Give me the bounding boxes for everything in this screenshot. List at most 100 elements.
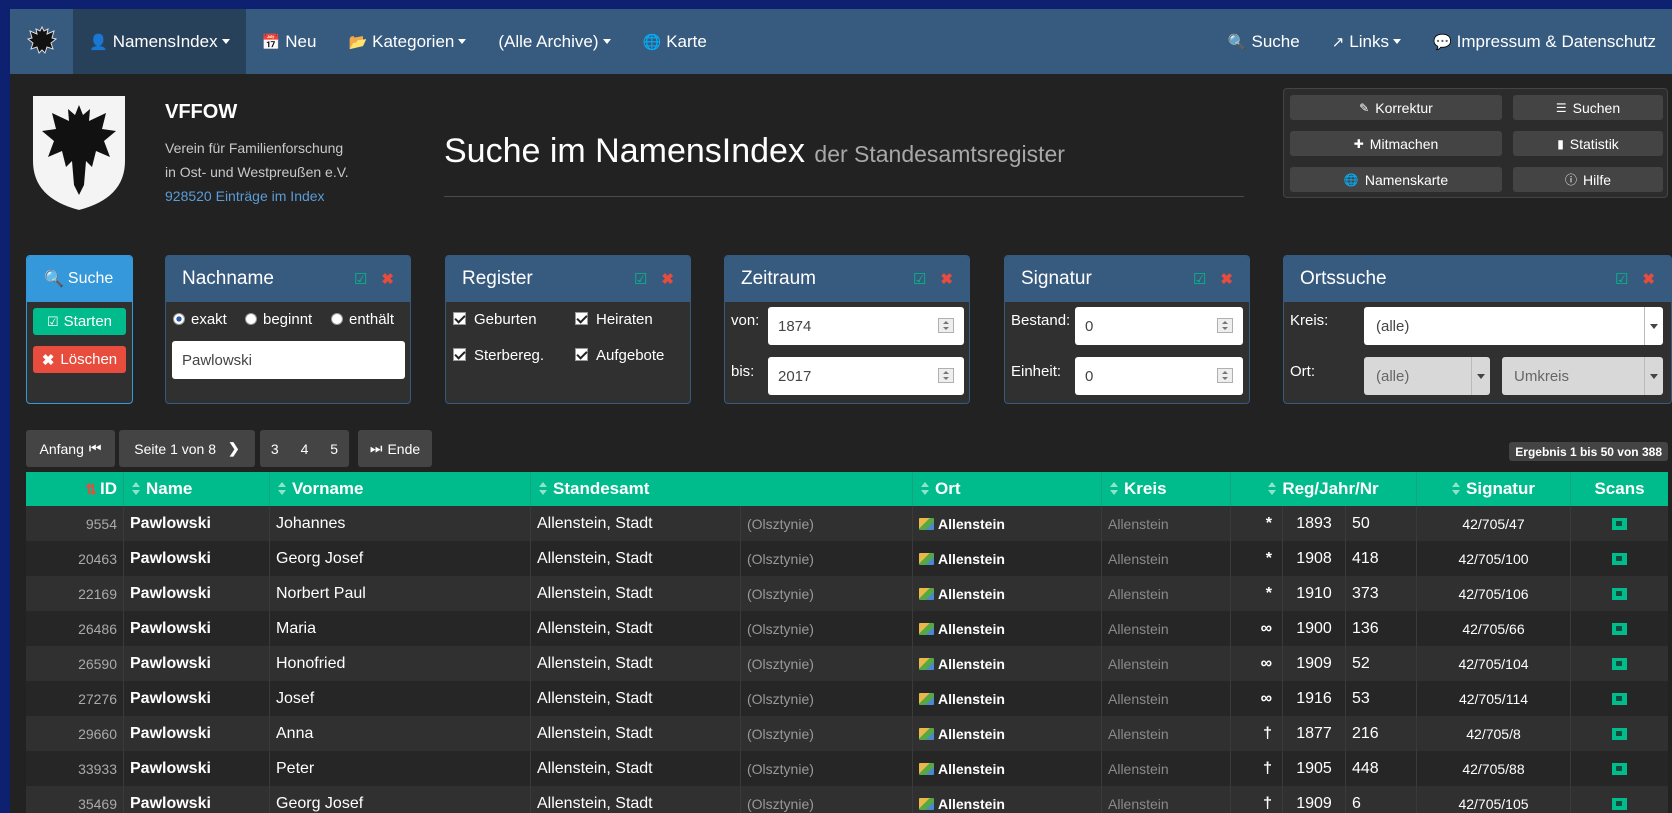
checkbox[interactable] [453,312,466,325]
th-standesamt[interactable]: Standesamt [531,472,913,506]
stepper-icon[interactable] [1217,318,1233,333]
table-row[interactable]: 35469 Pawlowski Georg Josef Allenstein, Sta… [26,786,1668,813]
pager-first-button[interactable]: Anfang ⏮ [26,430,115,467]
mode-exakt[interactable]: exakt [173,311,227,328]
checkbox[interactable] [575,312,588,325]
th-kreis[interactable]: Kreis [1102,472,1231,506]
statistik-button[interactable]: ▮ Statistik [1513,131,1663,156]
apply-check-icon[interactable]: ☑ [634,270,647,288]
scan-image-icon[interactable] [1612,622,1627,635]
apply-check-icon[interactable]: ☑ [1615,270,1628,288]
namenskarte-button[interactable]: 🌐 Namenskarte [1290,167,1502,192]
table-row[interactable]: 33933 Pawlowski Peter Allenstein, Stadt (Ols… [26,751,1668,786]
th-id[interactable]: ⇅ ID [26,472,124,506]
sort-icon [1110,482,1118,496]
nav-impressum[interactable]: 💬 Impressum & Datenschutz [1417,9,1672,74]
hilfe-button[interactable]: ⓘ Hilfe [1513,167,1663,192]
mitmachen-button[interactable]: ✚ Mitmachen [1290,131,1502,156]
th-signatur[interactable]: Signatur [1417,472,1571,506]
page-link-3[interactable]: 3 [271,441,279,457]
year-to-input[interactable]: 2017 [768,357,964,395]
result-count-badge: Ergebnis 1 bis 50 von 388 [1509,442,1668,461]
cell-ort[interactable]: Allenstein [913,716,1102,751]
nachname-input[interactable]: Pawlowski [172,341,405,379]
scan-image-icon[interactable] [1612,587,1627,600]
register-sterbereg[interactable]: Sterbereg. [453,347,544,364]
nav-suche[interactable]: 🔍 Suche [1212,9,1316,74]
radio-button[interactable] [173,313,185,325]
cell-ort[interactable]: Allenstein [913,681,1102,716]
einheit-input[interactable]: 0 [1075,357,1243,395]
radio-button[interactable] [331,313,343,325]
cell-id: 26590 [26,646,124,681]
close-icon[interactable]: ✖ [661,270,674,288]
table-row[interactable]: 27276 Pawlowski Josef Allenstein, Stadt (Ols… [26,681,1668,716]
nav-karte[interactable]: 🌐 Karte [627,9,723,74]
korrektur-button[interactable]: ✎ Korrektur [1290,95,1502,120]
scan-image-icon[interactable] [1612,727,1627,740]
nav-namensindex[interactable]: 👤 NamensIndex [73,9,246,74]
page-link-4[interactable]: 4 [301,441,309,457]
cell-ort[interactable]: Allenstein [913,611,1102,646]
apply-check-icon[interactable]: ☑ [354,270,367,288]
nav-kategorien[interactable]: 📂 Kategorien [332,9,482,74]
page-link-5[interactable]: 5 [330,441,338,457]
table-row[interactable]: 22169 Pawlowski Norbert Paul Allenstein, St… [26,576,1668,611]
close-icon[interactable]: ✖ [940,270,953,288]
nav-archive[interactable]: (Alle Archive) [482,9,626,74]
ort-select[interactable]: (alle) [1364,357,1490,395]
register-geburten[interactable]: Geburten [453,311,537,328]
pager-last-button[interactable]: ⏭ Ende [358,430,432,467]
scan-image-icon[interactable] [1612,762,1627,775]
apply-check-icon[interactable]: ☑ [1193,270,1206,288]
nav-neu[interactable]: 📅 Neu [246,9,333,74]
scan-image-icon[interactable] [1612,692,1627,705]
th-reg-jahr-nr[interactable]: Reg/Jahr/Nr [1231,472,1417,506]
table-row[interactable]: 20463 Pawlowski Georg Josef Allenstein, Sta… [26,541,1668,576]
bestand-input[interactable]: 0 [1075,307,1243,345]
cell-ort[interactable]: Allenstein [913,751,1102,786]
cell-id: 33933 [26,751,124,786]
checkbox[interactable] [575,348,588,361]
cell-ort[interactable]: Allenstein [913,576,1102,611]
stepper-icon[interactable] [1217,368,1233,383]
cell-ort[interactable]: Allenstein [913,506,1102,541]
fast-backward-icon: ⏮ [88,440,102,456]
suchen-button[interactable]: ☰ Suchen [1513,95,1663,120]
mode-enthaelt[interactable]: enthält [331,311,394,328]
register-heiraten[interactable]: Heiraten [575,311,653,328]
close-icon[interactable]: ✖ [1220,270,1233,288]
nav-links[interactable]: ↗ Links [1316,9,1417,74]
th-vorname[interactable]: Vorname [270,472,531,506]
umkreis-select[interactable]: Umkreis [1502,357,1663,395]
table-row[interactable]: 9554 Pawlowski Johannes Allenstein, Stadt (O… [26,506,1668,541]
apply-check-icon[interactable]: ☑ [913,270,926,288]
start-search-button[interactable]: ☑ Starten [33,308,126,335]
cell-ort[interactable]: Allenstein [913,541,1102,576]
close-icon[interactable]: ✖ [381,270,394,288]
radio-button[interactable] [245,313,257,325]
scan-image-icon[interactable] [1612,797,1627,810]
cell-ort[interactable]: Allenstein [913,646,1102,681]
table-row[interactable]: 26590 Pawlowski Honofried Allenstein, Stadt… [26,646,1668,681]
stepper-icon[interactable] [938,368,954,383]
pager-current-page[interactable]: Seite 1 von 8 ❯ [119,430,255,467]
table-row[interactable]: 29660 Pawlowski Anna Allenstein, Stadt (Olsz… [26,716,1668,751]
year-from-input[interactable]: 1874 [768,307,964,345]
brand-eagle-icon[interactable] [10,9,73,74]
kreis-select[interactable]: (alle) [1364,307,1663,345]
th-ort[interactable]: Ort [913,472,1102,506]
table-row[interactable]: 26486 Pawlowski Maria Allenstein, Stadt (Ols… [26,611,1668,646]
th-name[interactable]: Name [124,472,270,506]
scan-image-icon[interactable] [1612,552,1627,565]
close-icon[interactable]: ✖ [1642,270,1655,288]
stepper-icon[interactable] [938,318,954,333]
cell-ort[interactable]: Allenstein [913,786,1102,813]
mode-beginnt[interactable]: beginnt [245,311,312,328]
scan-image-icon[interactable] [1612,517,1627,530]
site-logo[interactable] [28,91,130,213]
scan-image-icon[interactable] [1612,657,1627,670]
register-aufgebote[interactable]: Aufgebote [575,347,664,364]
checkbox[interactable] [453,348,466,361]
clear-search-button[interactable]: ✖ Löschen [33,346,126,373]
